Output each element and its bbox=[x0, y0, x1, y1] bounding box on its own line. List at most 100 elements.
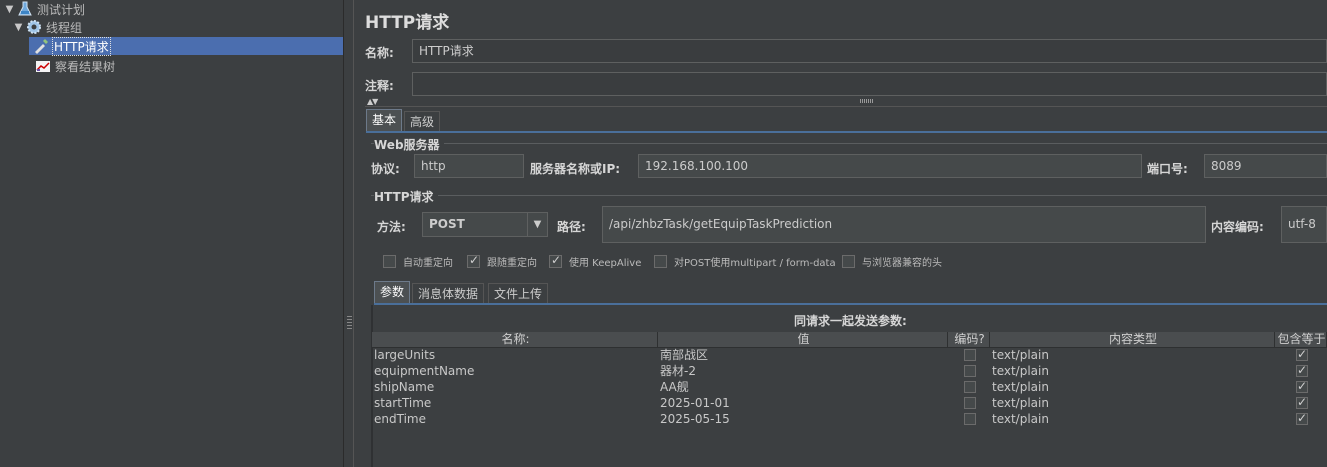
panel-splitter[interactable] bbox=[343, 0, 354, 467]
checkbox-label: 自动重定向 bbox=[403, 258, 453, 269]
divider bbox=[365, 106, 1327, 107]
checkbox-label: 与浏览器兼容的头 bbox=[862, 258, 942, 269]
encode-checkbox[interactable] bbox=[964, 397, 976, 409]
param-value-cell[interactable]: AA舰 bbox=[658, 380, 948, 396]
flask-icon bbox=[17, 1, 33, 17]
method-select[interactable]: POST ▼ bbox=[422, 212, 548, 237]
column-header-include-equals[interactable]: 包含等于 bbox=[1275, 332, 1327, 348]
column-header-encode[interactable]: 编码? bbox=[948, 332, 990, 348]
browser-headers-checkbox[interactable]: 与浏览器兼容的头 bbox=[842, 254, 942, 269]
protocol-input[interactable]: http bbox=[414, 154, 524, 178]
param-name-cell[interactable]: shipName bbox=[372, 380, 658, 396]
include-equals-checkbox[interactable] bbox=[1296, 364, 1308, 378]
encoding-input[interactable]: utf-8 bbox=[1281, 206, 1327, 243]
column-header-content-type[interactable]: 内容类型 bbox=[990, 332, 1275, 348]
comment-label: 注释: bbox=[365, 79, 394, 93]
expand-arrow-icon[interactable]: ▼ bbox=[4, 4, 15, 15]
param-value-cell[interactable]: 2025-05-15 bbox=[658, 412, 948, 428]
param-content-type-cell[interactable]: text/plain bbox=[990, 380, 1275, 396]
expand-arrow-icon[interactable]: ▼ bbox=[13, 22, 24, 33]
param-value-cell[interactable]: 器材-2 bbox=[658, 364, 948, 380]
web-server-section-title: Web服务器 bbox=[374, 136, 444, 153]
divider bbox=[371, 143, 1327, 144]
param-name-cell[interactable]: endTime bbox=[372, 412, 658, 428]
comment-input[interactable] bbox=[412, 72, 1327, 96]
param-encode-cell bbox=[948, 348, 990, 364]
http-request-section-title: HTTP请求 bbox=[374, 188, 438, 205]
drag-handle-icon[interactable] bbox=[860, 99, 874, 103]
encode-checkbox[interactable] bbox=[964, 413, 976, 425]
encode-checkbox[interactable] bbox=[964, 381, 976, 393]
param-content-type-cell[interactable]: text/plain bbox=[990, 364, 1275, 380]
gear-icon bbox=[26, 19, 42, 35]
tree-item-thread-group[interactable]: ▼ 线程组 bbox=[13, 18, 83, 36]
params-table: 名称: 值 编码? 内容类型 包含等于 largeUnits 南部战区 text/p… bbox=[372, 332, 1327, 428]
tab-params[interactable]: 参数 bbox=[374, 281, 411, 303]
column-header-value[interactable]: 值 bbox=[658, 332, 948, 348]
param-content-type-cell[interactable]: text/plain bbox=[990, 348, 1275, 364]
pipette-icon bbox=[33, 38, 49, 54]
name-input[interactable]: HTTP请求 bbox=[412, 39, 1327, 63]
include-equals-checkbox[interactable] bbox=[1296, 396, 1308, 410]
method-select-value: POST bbox=[429, 217, 465, 231]
tree-item-results-tree[interactable]: 察看结果树 bbox=[33, 57, 116, 75]
checkbox-box[interactable] bbox=[467, 253, 480, 268]
param-encode-cell bbox=[948, 396, 990, 412]
checkbox-box[interactable] bbox=[842, 255, 855, 268]
port-input[interactable]: 8089 bbox=[1204, 154, 1327, 178]
server-input[interactable]: 192.168.100.100 bbox=[638, 154, 1142, 178]
tree-item-label: 察看结果树 bbox=[55, 59, 116, 74]
method-label: 方法: bbox=[377, 220, 406, 234]
checkbox-box[interactable] bbox=[654, 255, 667, 268]
param-encode-cell bbox=[948, 380, 990, 396]
multipart-checkbox[interactable]: 对POST使用multipart / form-data bbox=[654, 254, 836, 269]
include-equals-checkbox[interactable] bbox=[1296, 412, 1308, 426]
tab-file-upload[interactable]: 文件上传 bbox=[488, 283, 549, 305]
auto-redirect-checkbox[interactable]: 自动重定向 bbox=[383, 254, 453, 269]
checkbox-label: 跟随重定向 bbox=[487, 258, 537, 269]
table-row[interactable]: endTime 2025-05-15 text/plain bbox=[372, 412, 1327, 428]
param-include-equals-cell bbox=[1275, 412, 1327, 428]
table-row[interactable]: startTime 2025-01-01 text/plain bbox=[372, 396, 1327, 412]
param-name-cell[interactable]: startTime bbox=[372, 396, 658, 412]
http-request-panel: HTTP请求 名称: HTTP请求 注释: ▲▼ 基本 高级 Web服务器 协议… bbox=[355, 0, 1327, 467]
column-header-name[interactable]: 名称: bbox=[372, 332, 658, 348]
table-row[interactable]: equipmentName 器材-2 text/plain bbox=[372, 364, 1327, 380]
chevron-down-icon[interactable]: ▼ bbox=[527, 213, 547, 236]
table-row[interactable]: shipName AA舰 text/plain bbox=[372, 380, 1327, 396]
param-value-cell[interactable]: 南部战区 bbox=[658, 348, 948, 364]
checkbox-box[interactable] bbox=[549, 253, 562, 268]
param-include-equals-cell bbox=[1275, 380, 1327, 396]
tab-basic[interactable]: 基本 bbox=[366, 109, 403, 131]
param-include-equals-cell bbox=[1275, 364, 1327, 380]
tab-underline bbox=[366, 131, 1327, 133]
param-content-type-cell[interactable]: text/plain bbox=[990, 396, 1275, 412]
port-label: 端口号: bbox=[1147, 162, 1188, 176]
param-value-cell[interactable]: 2025-01-01 bbox=[658, 396, 948, 412]
checkbox-label: 使用 KeepAlive bbox=[569, 258, 642, 269]
keepalive-checkbox[interactable]: 使用 KeepAlive bbox=[549, 253, 642, 269]
checkbox-box[interactable] bbox=[383, 255, 396, 268]
param-name-cell[interactable]: largeUnits bbox=[372, 348, 658, 364]
tab-advanced[interactable]: 高级 bbox=[404, 111, 441, 133]
encode-checkbox[interactable] bbox=[964, 365, 976, 377]
table-row[interactable]: largeUnits 南部战区 text/plain bbox=[372, 348, 1327, 364]
param-include-equals-cell bbox=[1275, 396, 1327, 412]
param-encode-cell bbox=[948, 412, 990, 428]
collapse-toggle-icon[interactable]: ▲▼ bbox=[367, 97, 378, 106]
params-table-caption: 同请求一起发送参数: bbox=[794, 314, 907, 328]
checkbox-label: 对POST使用multipart / form-data bbox=[674, 258, 836, 269]
splitter-grip-icon[interactable] bbox=[347, 316, 352, 330]
tree-item-http-request[interactable]: HTTP请求 bbox=[29, 36, 343, 56]
tree-item-label: 线程组 bbox=[46, 20, 83, 35]
tab-body-data[interactable]: 消息体数据 bbox=[412, 283, 485, 305]
include-equals-checkbox[interactable] bbox=[1296, 380, 1308, 394]
include-equals-checkbox[interactable] bbox=[1296, 348, 1308, 362]
encode-checkbox[interactable] bbox=[964, 349, 976, 361]
follow-redirect-checkbox[interactable]: 跟随重定向 bbox=[467, 253, 537, 269]
param-include-equals-cell bbox=[1275, 348, 1327, 364]
tree-item-test-plan[interactable]: ▼ 测试计划 bbox=[4, 0, 86, 18]
path-input[interactable]: /api/zhbzTask/getEquipTaskPrediction bbox=[602, 206, 1206, 243]
param-content-type-cell[interactable]: text/plain bbox=[990, 412, 1275, 428]
param-name-cell[interactable]: equipmentName bbox=[372, 364, 658, 380]
